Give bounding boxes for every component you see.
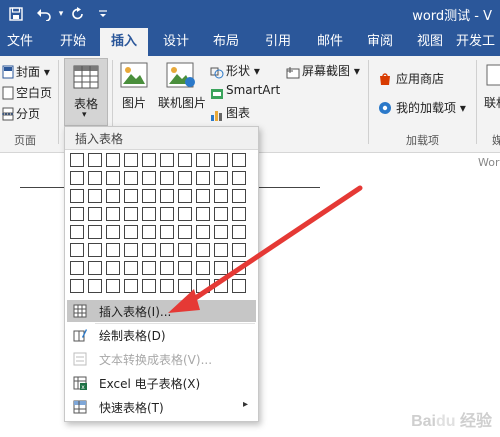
watermark-logo: Baidu 经验 xyxy=(411,413,492,430)
annotation-arrow xyxy=(168,185,363,313)
